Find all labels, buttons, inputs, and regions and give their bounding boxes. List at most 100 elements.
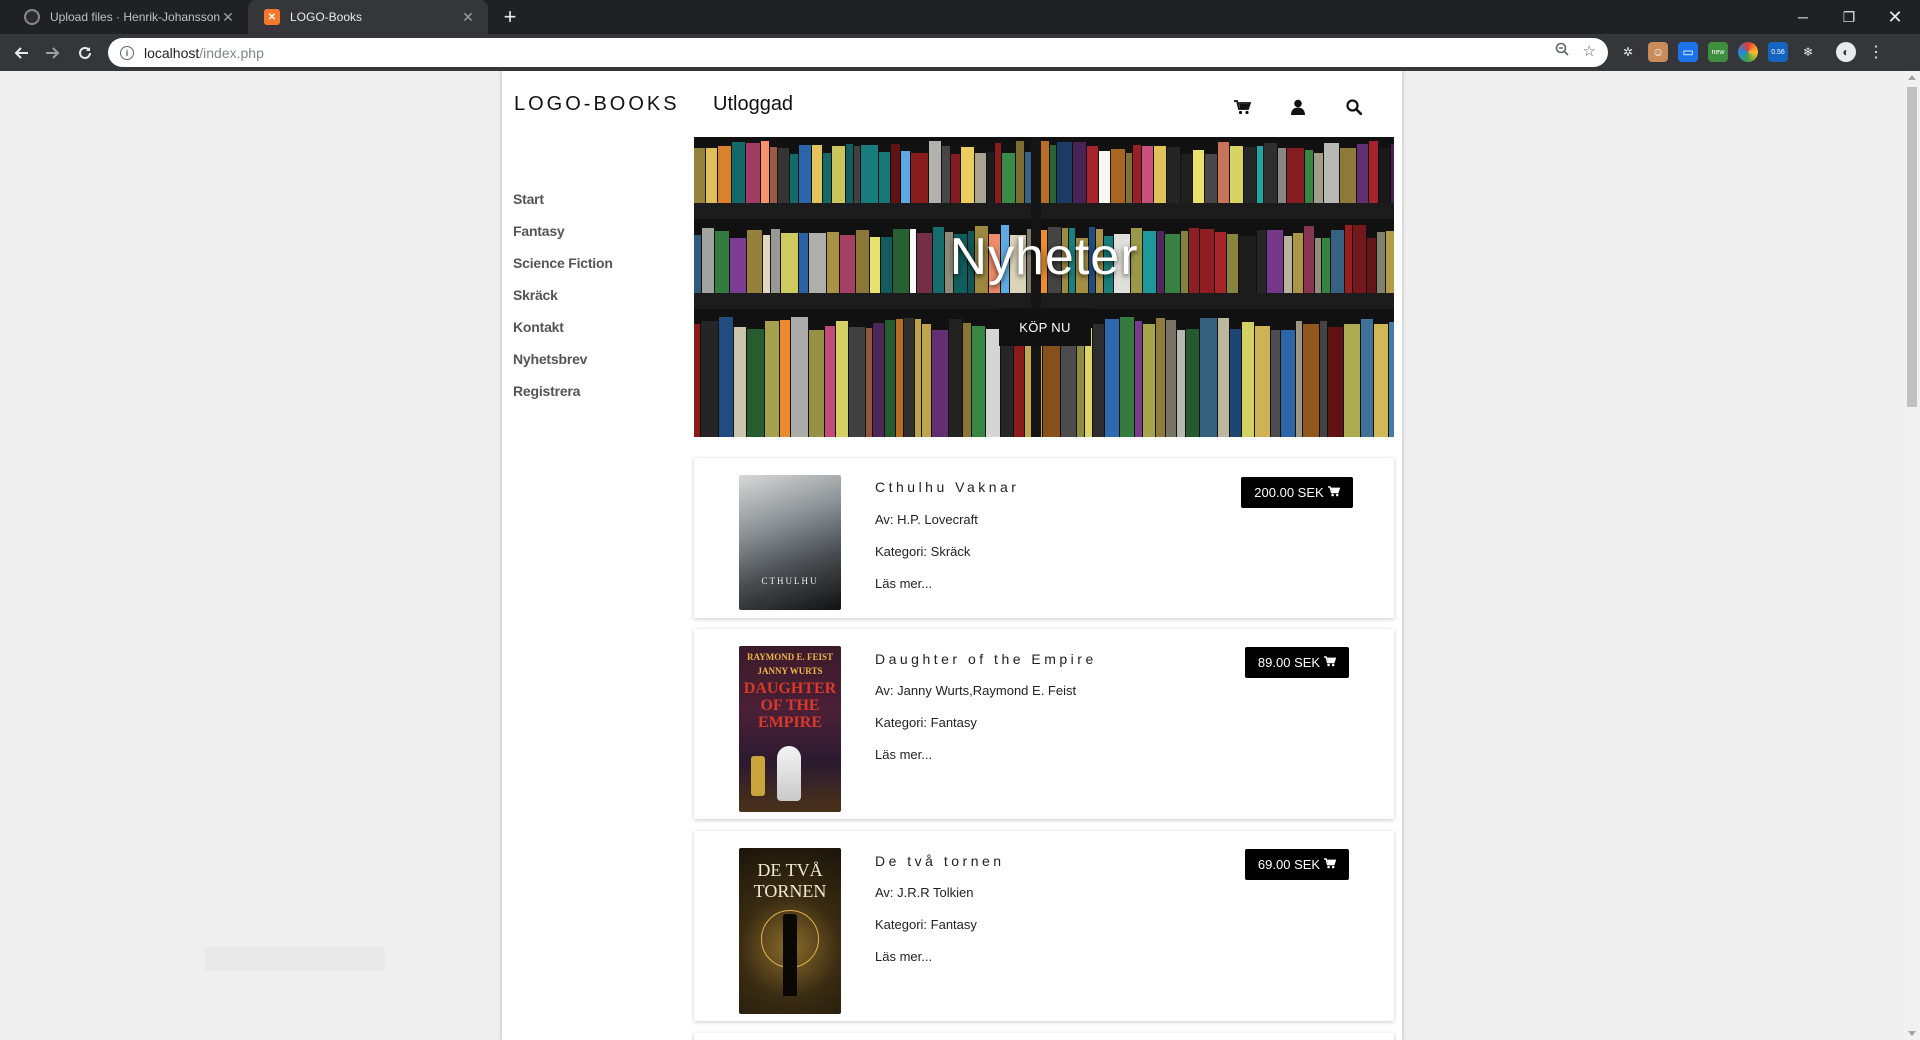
- book-spine: [949, 319, 962, 437]
- book-spine: [1200, 318, 1217, 437]
- book-author: Av: J.R.R Tolkien: [875, 885, 974, 900]
- site-container: LOGO-BOOKS Utloggad Start Fantasy Scienc…: [502, 71, 1402, 1040]
- header-icons: [1230, 95, 1366, 119]
- scroll-down-icon[interactable]: [1908, 1031, 1916, 1036]
- book-spine: [1314, 153, 1323, 203]
- book-spine: [929, 141, 941, 203]
- book-spine: [963, 323, 971, 437]
- book-spine: [972, 326, 985, 437]
- read-more-link[interactable]: Läs mer...: [875, 747, 932, 762]
- book-spine: [1143, 324, 1155, 437]
- book-spine: [961, 147, 974, 203]
- cover-text: JANNY WURTS: [757, 666, 823, 676]
- new-extension-icon[interactable]: new: [1708, 42, 1728, 62]
- user-icon[interactable]: [1286, 95, 1310, 119]
- book-spine: [1320, 321, 1327, 437]
- book-spine: [832, 146, 845, 203]
- buy-now-button[interactable]: KÖP NU: [999, 308, 1091, 346]
- cover-text: DE TVÅ TORNEN: [753, 860, 827, 901]
- add-to-cart-button[interactable]: 89.00 SEK: [1245, 647, 1349, 678]
- sidebar-item-fantasy[interactable]: Fantasy: [513, 223, 613, 239]
- menu-dots-icon[interactable]: ⋮: [1866, 42, 1886, 62]
- close-tab-icon[interactable]: ✕: [460, 9, 476, 26]
- faded-widget: [205, 947, 385, 971]
- book-spine: [1361, 319, 1373, 437]
- read-more-link[interactable]: Läs mer...: [875, 949, 932, 964]
- forward-icon[interactable]: [40, 40, 66, 66]
- book-spine: [1379, 148, 1390, 203]
- close-tab-icon[interactable]: ✕: [220, 9, 236, 26]
- search-icon[interactable]: [1342, 95, 1366, 119]
- gear-extension-icon[interactable]: ✲: [1618, 42, 1638, 62]
- color-extension-icon[interactable]: [1738, 42, 1758, 62]
- add-to-cart-button[interactable]: 200.00 SEK: [1241, 477, 1353, 508]
- book-spine: [1093, 324, 1104, 437]
- profile-avatar[interactable]: ◐: [1836, 42, 1856, 62]
- book-spine: [809, 330, 824, 437]
- minimize-icon[interactable]: ─: [1780, 0, 1826, 34]
- book-spine: [1218, 318, 1229, 437]
- bookmark-star-icon[interactable]: ☆: [1583, 42, 1596, 60]
- book-spine: [778, 148, 789, 203]
- screen-extension-icon[interactable]: ▭: [1678, 42, 1698, 62]
- reload-icon[interactable]: [72, 40, 98, 66]
- address-bar[interactable]: i localhost/index.php ☆: [108, 38, 1608, 67]
- new-tab-button[interactable]: +: [496, 0, 524, 34]
- site-logo[interactable]: LOGO-BOOKS: [514, 93, 680, 116]
- sidebar-item-kontakt[interactable]: Kontakt: [513, 319, 613, 335]
- book-spine: [901, 151, 910, 203]
- page-scrollbar[interactable]: [1904, 71, 1920, 1040]
- book-spine: [1142, 146, 1153, 203]
- sidebar-item-nyhetsbrev[interactable]: Nyhetsbrev: [513, 351, 613, 367]
- restore-icon[interactable]: ❐: [1826, 0, 1872, 34]
- book-category: Kategori: Fantasy: [875, 917, 977, 932]
- book-spine: [1205, 154, 1217, 203]
- book-spine: [891, 144, 900, 203]
- zoom-icon[interactable]: [1555, 42, 1569, 60]
- book-spine: [846, 144, 853, 203]
- book-spine: [942, 146, 950, 203]
- book-spine: [1357, 144, 1368, 203]
- book-title[interactable]: De två tornen: [875, 853, 1005, 869]
- scroll-up-icon[interactable]: [1908, 75, 1916, 80]
- sidebar-item-registrera[interactable]: Registrera: [513, 383, 613, 399]
- shelf-divider: [1031, 137, 1041, 437]
- sidebar-item-start[interactable]: Start: [513, 191, 613, 207]
- book-spine: [1328, 327, 1343, 437]
- book-spine: [896, 319, 903, 437]
- face-extension-icon[interactable]: ☺: [1648, 42, 1668, 62]
- book-spine: [780, 320, 790, 437]
- price-label: 69.00 SEK: [1257, 857, 1321, 872]
- book-card: [694, 1033, 1394, 1040]
- browser-tab-logo-books[interactable]: ✕ LOGO-Books ✕: [248, 0, 488, 34]
- book-title[interactable]: Daughter of the Empire: [875, 651, 1097, 667]
- book-spine: [761, 141, 769, 203]
- sidebar-item-skrack[interactable]: Skräck: [513, 287, 613, 303]
- sidebar-item-science-fiction[interactable]: Science Fiction: [513, 255, 613, 271]
- cart-icon[interactable]: [1230, 95, 1254, 119]
- hero-title: Nyheter: [949, 228, 1139, 286]
- book-cover-image[interactable]: CTHULHU: [739, 475, 841, 610]
- back-icon[interactable]: [8, 40, 34, 66]
- read-more-link[interactable]: Läs mer...: [875, 576, 932, 591]
- book-title[interactable]: Cthulhu Vaknar: [875, 479, 1019, 495]
- book-cover-image[interactable]: RAYMOND E. FEIST JANNY WURTS DAUGHTER OF…: [739, 646, 841, 812]
- info-icon[interactable]: i: [120, 45, 134, 60]
- counter-extension-icon[interactable]: 0.56: [1768, 42, 1788, 62]
- add-to-cart-button[interactable]: 69.00 SEK: [1245, 849, 1349, 880]
- cart-icon: [1327, 485, 1340, 500]
- cover-text: CTHULHU: [761, 576, 819, 586]
- book-card: DE TVÅ TORNEN De två tornen Av: J.R.R To…: [694, 831, 1394, 1021]
- book-spine: [1389, 322, 1394, 437]
- close-window-icon[interactable]: ✕: [1872, 0, 1918, 34]
- scrollbar-thumb[interactable]: [1907, 87, 1917, 407]
- book-spine: [747, 329, 764, 437]
- book-spine: [734, 327, 746, 437]
- browser-tab-github[interactable]: Upload files · Henrik-Johansson1 ✕: [8, 0, 248, 34]
- snowflake-extension-icon[interactable]: ❄: [1798, 42, 1818, 62]
- book-spine: [1374, 324, 1388, 437]
- book-spine: [694, 148, 705, 203]
- book-spine: [885, 320, 895, 437]
- book-spine: [1230, 146, 1243, 203]
- book-cover-image[interactable]: DE TVÅ TORNEN: [739, 848, 841, 1014]
